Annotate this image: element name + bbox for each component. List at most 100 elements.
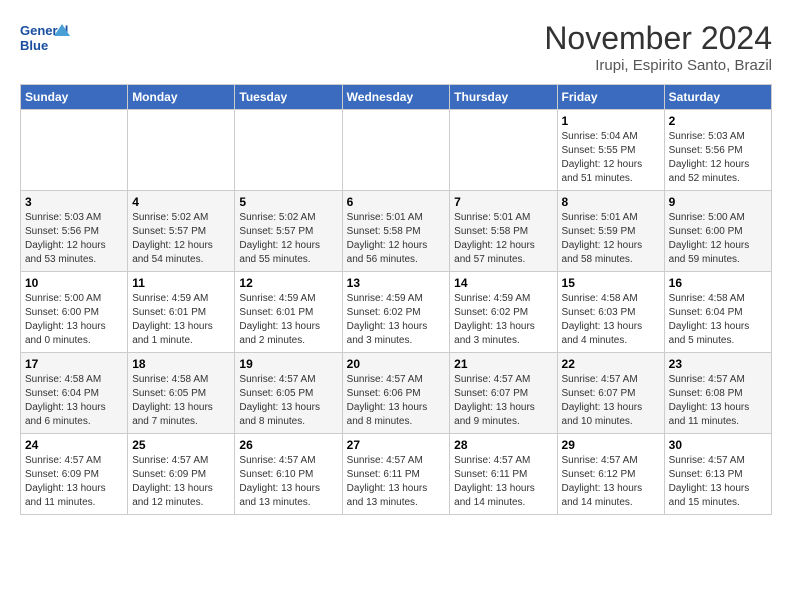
day-number: 8 xyxy=(562,195,660,209)
day-number: 10 xyxy=(25,276,123,290)
day-info: Sunrise: 5:01 AM Sunset: 5:58 PM Dayligh… xyxy=(347,211,446,267)
weekday-header: Wednesday xyxy=(342,85,450,110)
day-info: Sunrise: 5:03 AM Sunset: 5:56 PM Dayligh… xyxy=(25,211,123,267)
calendar-cell: 11Sunrise: 4:59 AM Sunset: 6:01 PM Dayli… xyxy=(128,272,235,353)
calendar-cell: 2 Sunrise: 5:03 AM Sunset: 5:56 PM Daylig… xyxy=(664,110,771,191)
weekday-header: Saturday xyxy=(664,85,771,110)
calendar-cell: 10 Sunrise: 5:00 AM Sunset: 6:00 PM Dayli… xyxy=(21,272,128,353)
calendar-cell: 26 Sunrise: 4:57 AM Sunset: 6:10 PM Dayli… xyxy=(235,434,342,515)
calendar-cell: 30 Sunrise: 4:57 AM Sunset: 6:13 PM Dayli… xyxy=(664,434,771,515)
day-number: 20 xyxy=(347,357,446,371)
day-info: Sunrise: 4:57 AM Sunset: 6:11 PM Dayligh… xyxy=(347,454,446,510)
weekday-header: Tuesday xyxy=(235,85,342,110)
page-header: General Blue November 2024 Irupi, Espiri… xyxy=(20,20,772,74)
day-number: 9 xyxy=(669,195,767,209)
day-info: Sunrise: 4:57 AM Sunset: 6:13 PM Dayligh… xyxy=(669,454,767,510)
calendar-cell: 14 Sunrise: 4:59 AM Sunset: 6:02 PM Dayli… xyxy=(450,272,557,353)
logo: General Blue xyxy=(20,20,70,62)
calendar-cell: 21Sunrise: 4:57 AM Sunset: 6:07 PM Dayli… xyxy=(450,353,557,434)
day-info: Sunrise: 4:59 AM Sunset: 6:01 PM Dayligh… xyxy=(239,292,337,348)
day-number: 4 xyxy=(132,195,230,209)
calendar-cell: 29Sunrise: 4:57 AM Sunset: 6:12 PM Dayli… xyxy=(557,434,664,515)
day-number: 13 xyxy=(347,276,446,290)
calendar-cell: 28 Sunrise: 4:57 AM Sunset: 6:11 PM Dayli… xyxy=(450,434,557,515)
weekday-header: Monday xyxy=(128,85,235,110)
day-number: 24 xyxy=(25,438,123,452)
calendar-cell: 1 Sunrise: 5:04 AM Sunset: 5:55 PM Daylig… xyxy=(557,110,664,191)
location: Irupi, Espirito Santo, Brazil xyxy=(544,57,772,74)
day-info: Sunrise: 5:00 AM Sunset: 6:00 PM Dayligh… xyxy=(25,292,123,348)
day-number: 28 xyxy=(454,438,552,452)
calendar-cell: 6 Sunrise: 5:01 AM Sunset: 5:58 PM Daylig… xyxy=(342,191,450,272)
day-number: 3 xyxy=(25,195,123,209)
calendar-cell: 3 Sunrise: 5:03 AM Sunset: 5:56 PM Daylig… xyxy=(21,191,128,272)
title-block: November 2024 Irupi, Espirito Santo, Bra… xyxy=(544,20,772,74)
day-info: Sunrise: 4:58 AM Sunset: 6:05 PM Dayligh… xyxy=(132,373,230,429)
day-number: 6 xyxy=(347,195,446,209)
day-number: 26 xyxy=(239,438,337,452)
day-number: 25 xyxy=(132,438,230,452)
day-info: Sunrise: 4:59 AM Sunset: 6:02 PM Dayligh… xyxy=(347,292,446,348)
day-number: 11 xyxy=(132,276,230,290)
day-info: Sunrise: 4:57 AM Sunset: 6:06 PM Dayligh… xyxy=(347,373,446,429)
calendar-cell: 8 Sunrise: 5:01 AM Sunset: 5:59 PM Daylig… xyxy=(557,191,664,272)
calendar-table: SundayMondayTuesdayWednesdayThursdayFrid… xyxy=(20,84,772,515)
day-number: 23 xyxy=(669,357,767,371)
day-number: 14 xyxy=(454,276,552,290)
day-info: Sunrise: 5:01 AM Sunset: 5:58 PM Dayligh… xyxy=(454,211,552,267)
day-info: Sunrise: 4:58 AM Sunset: 6:04 PM Dayligh… xyxy=(25,373,123,429)
day-info: Sunrise: 4:57 AM Sunset: 6:08 PM Dayligh… xyxy=(669,373,767,429)
calendar-cell: 18Sunrise: 4:58 AM Sunset: 6:05 PM Dayli… xyxy=(128,353,235,434)
calendar-cell: 16 Sunrise: 4:58 AM Sunset: 6:04 PM Dayli… xyxy=(664,272,771,353)
month-title: November 2024 xyxy=(544,20,772,57)
calendar-cell: 4 Sunrise: 5:02 AM Sunset: 5:57 PM Daylig… xyxy=(128,191,235,272)
calendar-cell: 19Sunrise: 4:57 AM Sunset: 6:05 PM Dayli… xyxy=(235,353,342,434)
weekday-header: Sunday xyxy=(21,85,128,110)
day-info: Sunrise: 5:02 AM Sunset: 5:57 PM Dayligh… xyxy=(132,211,230,267)
day-number: 12 xyxy=(239,276,337,290)
day-number: 5 xyxy=(239,195,337,209)
day-number: 16 xyxy=(669,276,767,290)
day-info: Sunrise: 4:57 AM Sunset: 6:05 PM Dayligh… xyxy=(239,373,337,429)
weekday-header: Friday xyxy=(557,85,664,110)
calendar-cell: 5 Sunrise: 5:02 AM Sunset: 5:57 PM Daylig… xyxy=(235,191,342,272)
day-info: Sunrise: 4:57 AM Sunset: 6:09 PM Dayligh… xyxy=(132,454,230,510)
calendar-cell xyxy=(128,110,235,191)
calendar-cell: 22Sunrise: 4:57 AM Sunset: 6:07 PM Dayli… xyxy=(557,353,664,434)
calendar-cell: 23 Sunrise: 4:57 AM Sunset: 6:08 PM Dayli… xyxy=(664,353,771,434)
day-number: 17 xyxy=(25,357,123,371)
day-number: 29 xyxy=(562,438,660,452)
calendar-cell: 15Sunrise: 4:58 AM Sunset: 6:03 PM Dayli… xyxy=(557,272,664,353)
day-info: Sunrise: 5:02 AM Sunset: 5:57 PM Dayligh… xyxy=(239,211,337,267)
calendar-cell xyxy=(450,110,557,191)
day-info: Sunrise: 5:01 AM Sunset: 5:59 PM Dayligh… xyxy=(562,211,660,267)
calendar-cell xyxy=(21,110,128,191)
day-number: 7 xyxy=(454,195,552,209)
day-number: 30 xyxy=(669,438,767,452)
day-info: Sunrise: 4:59 AM Sunset: 6:02 PM Dayligh… xyxy=(454,292,552,348)
day-info: Sunrise: 4:58 AM Sunset: 6:03 PM Dayligh… xyxy=(562,292,660,348)
calendar-cell: 13 Sunrise: 4:59 AM Sunset: 6:02 PM Dayli… xyxy=(342,272,450,353)
svg-text:Blue: Blue xyxy=(20,38,48,53)
day-number: 27 xyxy=(347,438,446,452)
calendar-cell: 17 Sunrise: 4:58 AM Sunset: 6:04 PM Dayli… xyxy=(21,353,128,434)
calendar-cell xyxy=(342,110,450,191)
calendar-cell xyxy=(235,110,342,191)
day-info: Sunrise: 4:58 AM Sunset: 6:04 PM Dayligh… xyxy=(669,292,767,348)
calendar-cell: 27 Sunrise: 4:57 AM Sunset: 6:11 PM Dayli… xyxy=(342,434,450,515)
day-info: Sunrise: 4:57 AM Sunset: 6:11 PM Dayligh… xyxy=(454,454,552,510)
day-info: Sunrise: 4:57 AM Sunset: 6:07 PM Dayligh… xyxy=(562,373,660,429)
calendar-cell: 24 Sunrise: 4:57 AM Sunset: 6:09 PM Dayli… xyxy=(21,434,128,515)
day-info: Sunrise: 4:57 AM Sunset: 6:10 PM Dayligh… xyxy=(239,454,337,510)
day-info: Sunrise: 5:00 AM Sunset: 6:00 PM Dayligh… xyxy=(669,211,767,267)
calendar-cell: 25 Sunrise: 4:57 AM Sunset: 6:09 PM Dayli… xyxy=(128,434,235,515)
day-number: 2 xyxy=(669,114,767,128)
day-number: 21 xyxy=(454,357,552,371)
day-info: Sunrise: 5:03 AM Sunset: 5:56 PM Dayligh… xyxy=(669,130,767,186)
weekday-header: Thursday xyxy=(450,85,557,110)
day-info: Sunrise: 4:57 AM Sunset: 6:09 PM Dayligh… xyxy=(25,454,123,510)
calendar-cell: 20 Sunrise: 4:57 AM Sunset: 6:06 PM Dayli… xyxy=(342,353,450,434)
logo-svg: General Blue xyxy=(20,20,70,62)
day-info: Sunrise: 5:04 AM Sunset: 5:55 PM Dayligh… xyxy=(562,130,660,186)
day-number: 1 xyxy=(562,114,660,128)
